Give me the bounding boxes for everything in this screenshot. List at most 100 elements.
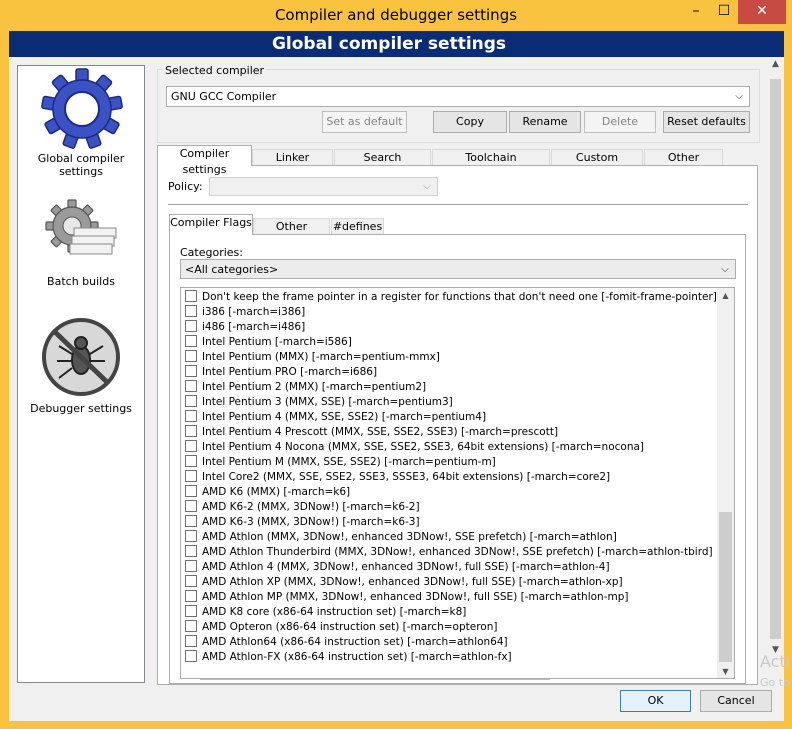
flag-checkbox[interactable]: [185, 650, 197, 662]
flag-label: Don't keep the frame pointer in a regist…: [202, 291, 717, 303]
batch-gear-icon: [45, 199, 117, 255]
minimize-button[interactable]: –: [682, 0, 710, 24]
flag-row[interactable]: AMD Athlon 4 (MMX, 3DNow!, enhanced 3DNo…: [185, 560, 610, 575]
categories-label: Categories:: [180, 246, 243, 259]
compiler-select[interactable]: GNU GCC Compiler ⌵: [166, 86, 750, 107]
chevron-down-icon: ⌵: [735, 91, 743, 102]
sidebar-item-debugger[interactable]: Debugger settings: [18, 316, 144, 426]
categories-select-value: <All categories>: [185, 263, 279, 276]
flag-checkbox[interactable]: [185, 290, 197, 302]
delete-button[interactable]: Delete: [584, 111, 656, 133]
flag-checkbox[interactable]: [185, 410, 197, 422]
sidebar-item-global-compiler[interactable]: Global compiler settings: [18, 66, 144, 178]
flag-row[interactable]: Intel Pentium (MMX) [-march=pentium-mmx]: [185, 350, 440, 365]
flag-row[interactable]: AMD K6 (MMX) [-march=k6]: [185, 485, 350, 500]
tab-compiler-flags[interactable]: Compiler Flags: [169, 214, 253, 235]
flag-checkbox[interactable]: [185, 515, 197, 527]
flag-label: AMD K8 core (x86-64 instruction set) [-m…: [202, 606, 467, 618]
flag-checkbox[interactable]: [185, 590, 197, 602]
flag-row[interactable]: Intel Pentium 4 (MMX, SSE, SSE2) [-march…: [185, 410, 486, 425]
maximize-button[interactable]: ☐: [710, 0, 738, 24]
watermark-line2: Go to: [760, 676, 790, 689]
flag-checkbox[interactable]: [185, 575, 197, 587]
flag-label: AMD Athlon Thunderbird (MMX, 3DNow!, enh…: [202, 546, 713, 558]
flag-label: AMD Athlon-FX (x86-64 instruction set) […: [202, 651, 512, 663]
tab-compiler-settings[interactable]: Compiler settings: [157, 145, 252, 176]
copy-button[interactable]: Copy: [433, 111, 507, 133]
flag-label: Intel Pentium 4 Nocona (MMX, SSE, SSE2, …: [202, 441, 645, 453]
flags-list-scrollbar[interactable]: ▲ ▼: [717, 288, 734, 678]
flag-row[interactable]: Intel Pentium 4 Prescott (MMX, SSE, SSE2…: [185, 425, 558, 440]
scroll-up-icon[interactable]: ▲: [767, 59, 784, 75]
flag-row[interactable]: Intel Core2 (MMX, SSE, SSE2, SSE3, SSSE3…: [185, 470, 610, 485]
flag-checkbox[interactable]: [185, 470, 197, 482]
chevron-down-icon: ⌵: [423, 181, 431, 192]
flag-checkbox[interactable]: [185, 545, 197, 557]
scroll-up-icon[interactable]: ▲: [717, 288, 734, 304]
group-title: Selected compiler: [163, 64, 267, 77]
flag-checkbox[interactable]: [185, 605, 197, 617]
flag-row[interactable]: AMD K6-2 (MMX, 3DNow!) [-march=k6-2]: [185, 500, 420, 515]
flag-row[interactable]: Intel Pentium [-march=i586]: [185, 335, 352, 350]
flag-checkbox[interactable]: [185, 500, 197, 512]
set-default-button[interactable]: Set as default: [322, 111, 407, 133]
flag-label: Intel Pentium [-march=i586]: [202, 336, 352, 348]
flag-row[interactable]: AMD Athlon64 (x86-64 instruction set) [-…: [185, 635, 508, 650]
flag-row[interactable]: i386 [-march=i386]: [185, 305, 305, 320]
flag-checkbox[interactable]: [185, 560, 197, 572]
categories-select[interactable]: <All categories> ⌵: [180, 259, 736, 279]
scroll-down-icon[interactable]: ▼: [717, 664, 734, 678]
compiler-select-value: GNU GCC Compiler: [171, 90, 277, 103]
flag-checkbox[interactable]: [185, 485, 197, 497]
flag-row[interactable]: Intel Pentium PRO [-march=i686]: [185, 365, 377, 380]
page-header: Global compiler settings: [9, 31, 784, 57]
flag-checkbox[interactable]: [185, 440, 197, 452]
flag-label: i486 [-march=i486]: [202, 321, 306, 333]
scrollbar-thumb[interactable]: [719, 512, 732, 662]
flag-row[interactable]: AMD K6-3 (MMX, 3DNow!) [-march=k6-3]: [185, 515, 420, 530]
flag-checkbox[interactable]: [185, 305, 197, 317]
flag-row[interactable]: Intel Pentium 4 Nocona (MMX, SSE, SSE2, …: [185, 440, 644, 455]
flag-row[interactable]: AMD Athlon XP (MMX, 3DNow!, enhanced 3DN…: [185, 575, 623, 590]
flag-checkbox[interactable]: [185, 395, 197, 407]
policy-label: Policy:: [168, 180, 203, 193]
flag-checkbox[interactable]: [185, 455, 197, 467]
flag-row[interactable]: Intel Pentium M (MMX, SSE, SSE2) [-march…: [185, 455, 496, 470]
flag-row[interactable]: Intel Pentium 3 (MMX, SSE) [-march=penti…: [185, 395, 453, 410]
policy-select[interactable]: ⌵: [209, 177, 438, 196]
flag-checkbox[interactable]: [185, 425, 197, 437]
cancel-button[interactable]: Cancel: [700, 690, 772, 712]
window-frame: Compiler and debugger settings – ☐ ✕ Glo…: [0, 0, 792, 729]
ok-button[interactable]: OK: [620, 690, 691, 712]
flag-row[interactable]: AMD Athlon (MMX, 3DNow!, enhanced 3DNow!…: [185, 530, 617, 545]
flag-label: AMD K6-2 (MMX, 3DNow!) [-march=k6-2]: [202, 501, 420, 513]
flag-checkbox[interactable]: [185, 530, 197, 542]
flag-checkbox[interactable]: [185, 635, 197, 647]
flag-row[interactable]: AMD K8 core (x86-64 instruction set) [-m…: [185, 605, 466, 620]
flag-checkbox[interactable]: [185, 335, 197, 347]
flag-row[interactable]: i486 [-march=i486]: [185, 320, 305, 335]
flag-row[interactable]: Don't keep the frame pointer in a regist…: [185, 290, 717, 305]
close-button[interactable]: ✕: [738, 0, 786, 24]
title-bar[interactable]: Compiler and debugger settings – ☐ ✕: [0, 0, 792, 30]
no-bug-icon: [42, 318, 120, 396]
flag-checkbox[interactable]: [185, 380, 197, 392]
flag-label: AMD Athlon MP (MMX, 3DNow!, enhanced 3DN…: [202, 591, 629, 603]
flag-row[interactable]: AMD Opteron (x86-64 instruction set) [-m…: [185, 620, 497, 635]
dialog-scrollbar[interactable]: ▲ ▼: [767, 57, 784, 663]
flag-row[interactable]: AMD Athlon-FX (x86-64 instruction set) […: [185, 650, 512, 665]
flag-checkbox[interactable]: [185, 350, 197, 362]
sidebar-item-label: Global compiler settings: [37, 152, 125, 178]
sidebar-item-batch-builds[interactable]: Batch builds: [18, 196, 144, 296]
scrollbar-thumb[interactable]: [770, 79, 781, 639]
reset-defaults-button[interactable]: Reset defaults: [663, 111, 750, 133]
flag-checkbox[interactable]: [185, 320, 197, 332]
watermark-line1: Acti: [760, 652, 791, 671]
rename-button[interactable]: Rename: [509, 111, 581, 133]
flag-checkbox[interactable]: [185, 620, 197, 632]
flag-row[interactable]: AMD Athlon Thunderbird (MMX, 3DNow!, enh…: [185, 545, 713, 560]
flag-row[interactable]: AMD Athlon MP (MMX, 3DNow!, enhanced 3DN…: [185, 590, 628, 605]
flag-checkbox[interactable]: [185, 365, 197, 377]
compiler-flags-list[interactable]: Don't keep the frame pointer in a regist…: [180, 287, 735, 679]
flag-row[interactable]: Intel Pentium 2 (MMX) [-march=pentium2]: [185, 380, 426, 395]
